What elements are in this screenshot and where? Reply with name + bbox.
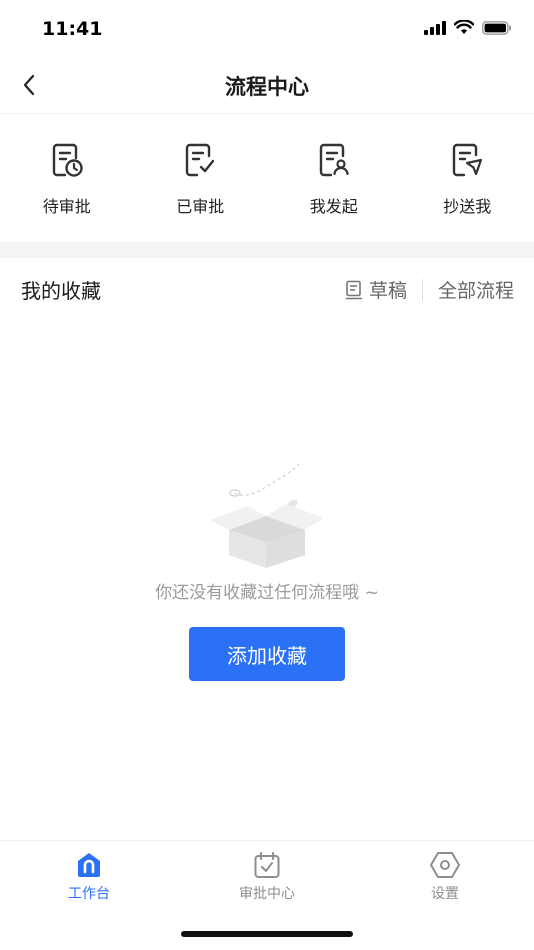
doc-clock-icon xyxy=(52,143,83,177)
empty-state-text: 你还没有收藏过任何流程哦 ~ xyxy=(155,583,379,603)
screen: 11:41 流程中心 待审批 已审批 我发起 抄送我 我的收藏 草稿 全部流程 … xyxy=(0,0,534,950)
tab-approval-center[interactable]: 审批中心 xyxy=(207,851,327,903)
quick-action-label: 已审批 xyxy=(176,197,225,216)
page-title: 流程中心 xyxy=(225,75,309,99)
section-divider xyxy=(0,242,534,258)
empty-box-illustration xyxy=(210,463,324,568)
favorites-actions: 草稿 全部流程 xyxy=(345,276,514,303)
wifi-icon xyxy=(454,20,474,34)
vertical-separator xyxy=(421,278,423,301)
status-icons xyxy=(424,20,512,35)
quick-action-label: 我发起 xyxy=(309,197,358,216)
quick-action-cc[interactable]: 抄送我 xyxy=(401,114,534,242)
status-bar: 11:41 xyxy=(0,0,534,58)
signal-icon xyxy=(424,20,446,35)
tab-settings[interactable]: 设置 xyxy=(385,851,505,903)
nav-bar: 流程中心 xyxy=(0,58,534,114)
battery-icon xyxy=(482,20,511,35)
draft-icon xyxy=(345,280,362,299)
settings-hexagon-icon xyxy=(430,852,460,878)
quick-actions: 待审批 已审批 我发起 抄送我 xyxy=(0,114,534,242)
doc-send-icon xyxy=(453,143,483,177)
status-time: 11:41 xyxy=(42,18,103,40)
tab-label: 设置 xyxy=(431,886,459,902)
calendar-check-icon xyxy=(254,852,280,878)
add-favorite-button[interactable]: 添加收藏 xyxy=(189,627,345,681)
quick-action-label: 待审批 xyxy=(42,197,91,216)
draft-label: 草稿 xyxy=(368,280,407,302)
home-indicator xyxy=(181,931,353,937)
quick-action-pending[interactable]: 待审批 xyxy=(0,114,134,242)
quick-action-label: 抄送我 xyxy=(443,197,492,216)
draft-button[interactable]: 草稿 xyxy=(345,276,407,303)
favorites-title: 我的收藏 xyxy=(21,279,101,303)
doc-person-icon xyxy=(319,143,349,177)
quick-action-initiated[interactable]: 我发起 xyxy=(267,114,401,242)
tab-label: 工作台 xyxy=(68,886,110,902)
quick-action-approved[interactable]: 已审批 xyxy=(134,114,268,242)
favorites-header: 我的收藏 草稿 全部流程 xyxy=(0,258,534,318)
home-icon xyxy=(78,853,100,877)
tab-label: 审批中心 xyxy=(239,886,295,902)
tab-workbench[interactable]: 工作台 xyxy=(29,851,149,903)
doc-check-icon xyxy=(186,143,215,177)
all-processes-button[interactable]: 全部流程 xyxy=(438,276,514,303)
